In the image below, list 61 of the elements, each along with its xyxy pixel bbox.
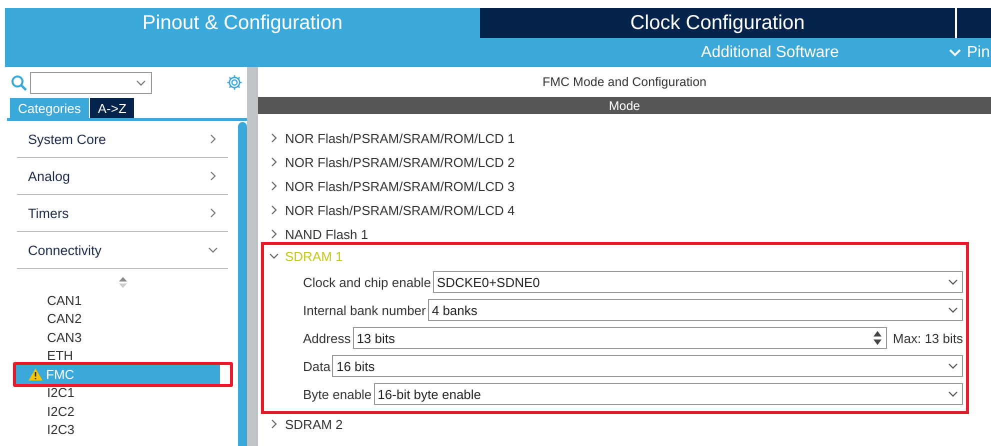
tab[interactable]: Clock Configuration <box>480 8 955 38</box>
tree-item[interactable]: NOR Flash/PSRAM/SRAM/ROM/LCD 1 <box>285 130 515 146</box>
spinner-icon[interactable] <box>872 330 882 346</box>
field-label: Clock and chip enable <box>303 274 431 290</box>
tree-item[interactable]: NOR Flash/PSRAM/SRAM/ROM/LCD 4 <box>285 202 515 218</box>
dropdown-icon <box>136 78 146 88</box>
category-label: Timers <box>28 206 69 220</box>
category-item[interactable]: System Core <box>17 121 228 158</box>
tree-item[interactable]: NAND Flash 1 <box>285 226 368 242</box>
chevron-icon <box>208 245 218 255</box>
chevron-icon <box>269 251 279 261</box>
tree-item[interactable]: NOR Flash/PSRAM/SRAM/ROM/LCD 2 <box>285 154 515 170</box>
category-label: Analog <box>28 168 70 184</box>
section-header: Mode <box>258 97 991 114</box>
peripheral-item[interactable]: CAN2 <box>16 310 232 328</box>
chevron-icon <box>948 48 961 56</box>
sort-icon[interactable] <box>118 277 126 288</box>
field-label: Internal bank number <box>303 302 426 318</box>
search-field[interactable] <box>30 72 152 94</box>
chevron-icon <box>208 171 218 181</box>
max-note: Max: 13 bits <box>892 330 963 346</box>
chevron-icon <box>269 133 279 143</box>
number-field[interactable]: 13 bits <box>352 327 887 349</box>
dropdown-icon <box>948 389 958 399</box>
dropdown-icon <box>948 361 958 371</box>
category-item[interactable]: Connectivity <box>17 232 228 269</box>
chevron-icon <box>208 208 218 218</box>
category-label: Connectivity <box>28 242 102 258</box>
field-label: Byte enable <box>303 386 372 402</box>
panel-title: FMC Mode and Configuration <box>542 74 708 91</box>
tab-strip[interactable] <box>955 8 991 38</box>
peripheral-item[interactable]: CAN3 <box>16 328 232 346</box>
dropdown[interactable]: 4 banks <box>428 299 963 321</box>
tree-item[interactable]: SDRAM 2 <box>285 416 343 432</box>
search-icon[interactable] <box>11 74 27 90</box>
category-item[interactable]: Analog <box>17 158 228 195</box>
settings-icon[interactable] <box>226 74 243 91</box>
chevron-icon <box>269 205 279 215</box>
dropdown-icon <box>948 277 958 287</box>
chevron-icon <box>269 229 279 239</box>
category-item[interactable]: Timers <box>17 195 228 232</box>
field-label: Data <box>303 358 330 374</box>
dropdown[interactable]: 16 bits <box>332 355 963 377</box>
peripheral-item[interactable]: ETH <box>16 346 232 365</box>
field-label: Address <box>303 330 351 346</box>
scrollbar[interactable] <box>238 122 247 446</box>
chevron-icon <box>269 181 279 191</box>
category-label: System Core <box>28 132 106 146</box>
chevron-icon <box>208 134 218 144</box>
tree-item[interactable]: NOR Flash/PSRAM/SRAM/ROM/LCD 3 <box>285 178 515 194</box>
dropdown[interactable]: 16-bit byte enable <box>374 383 963 405</box>
view-tab[interactable]: A->Z <box>90 98 134 118</box>
peripheral-item[interactable]: I2C1 <box>16 384 232 402</box>
dropdown[interactable]: SDCKE0+SDNE0 <box>432 271 963 293</box>
dropdown-icon <box>948 305 958 315</box>
peripheral-item[interactable]: I2C2 <box>16 402 232 420</box>
chevron-icon <box>269 157 279 167</box>
warning-icon <box>28 368 43 381</box>
chevron-icon <box>269 419 279 429</box>
peripheral-item[interactable]: I2C3 <box>16 420 232 439</box>
peripheral-item[interactable]: CAN1 <box>16 291 232 310</box>
